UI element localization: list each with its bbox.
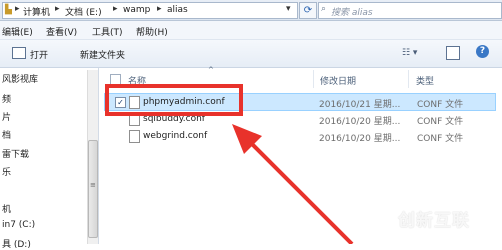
watermark: 创新互联 xyxy=(360,196,500,236)
watermark-text: 创新互联 xyxy=(398,211,470,231)
arrow-shaft xyxy=(244,136,354,244)
watermark-logo-icon xyxy=(364,198,398,232)
